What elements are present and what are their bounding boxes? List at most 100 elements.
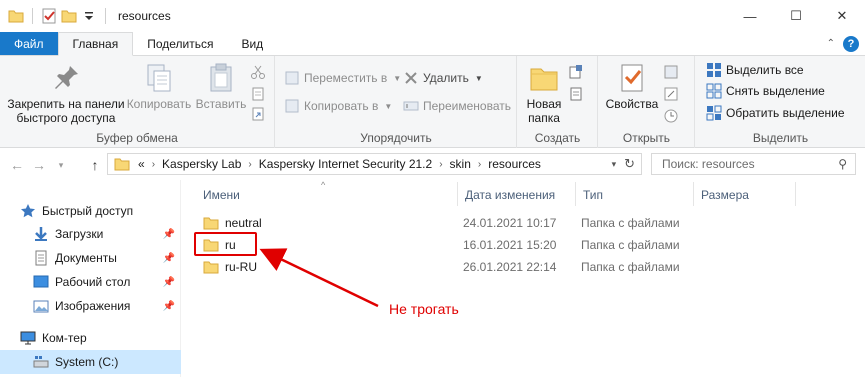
forward-arrow-icon[interactable]: →	[30, 156, 48, 174]
pin-icon[interactable]: 📌	[163, 253, 175, 264]
easy-access-icon[interactable]	[568, 86, 584, 102]
move-to-button[interactable]: Переместить в ▼	[284, 68, 401, 88]
desktop-icon	[33, 274, 49, 290]
tab-home[interactable]: Главная	[57, 32, 134, 56]
properties-checklist-icon[interactable]	[41, 8, 57, 24]
chevron-right-icon[interactable]: ›	[439, 159, 442, 170]
nav-item-computer[interactable]: Ком-тер	[0, 326, 181, 350]
minimize-button[interactable]: —	[727, 0, 773, 32]
tab-share[interactable]: Поделиться	[133, 32, 227, 55]
copy-to-button[interactable]: Копировать в ▼	[284, 96, 392, 116]
copy-label: Копировать	[126, 97, 192, 111]
column-header-date[interactable]: Дата изменения	[457, 186, 575, 204]
paste-shortcut-icon[interactable]	[250, 106, 266, 122]
table-row[interactable]: neutral 24.01.2021 10:17 Папка с файлами	[195, 212, 695, 234]
maximize-button[interactable]: ☐	[773, 0, 819, 32]
column-header-size[interactable]: Размера	[693, 186, 793, 204]
customize-qat-icon[interactable]	[81, 8, 97, 24]
select-none-button[interactable]: Снять выделение	[706, 81, 825, 101]
caret-down-icon: ▼	[384, 101, 393, 111]
address-bar[interactable]: « › Kaspersky Lab › Kaspersky Internet S…	[107, 153, 642, 175]
history-icon[interactable]	[663, 108, 679, 124]
pin-icon[interactable]: 📌	[163, 277, 175, 288]
new-item-icon[interactable]	[568, 64, 584, 80]
cut-icon[interactable]	[250, 64, 266, 80]
table-row[interactable]: ru-RU 26.01.2021 22:14 Папка с файлами	[195, 256, 695, 278]
nav-item-pictures[interactable]: Изображения 📌	[0, 294, 181, 318]
breadcrumb-item[interactable]: resources	[488, 157, 541, 171]
breadcrumb-item[interactable]: Kaspersky Lab	[162, 157, 241, 171]
open-icon[interactable]	[663, 64, 679, 80]
nav-item-quick-access[interactable]: Быстрый доступ	[0, 199, 181, 223]
chevron-right-icon[interactable]: ›	[248, 159, 251, 170]
pin-icon	[50, 62, 82, 94]
select-all-button[interactable]: Выделить все	[706, 60, 804, 80]
open-group-label: Открыть	[622, 131, 671, 145]
breadcrumb-overflow[interactable]: «	[138, 157, 145, 171]
chevron-up-icon[interactable]: ⌃	[827, 38, 835, 49]
chevron-right-icon[interactable]: ›	[152, 159, 155, 170]
document-icon	[33, 250, 49, 266]
pin-to-quick-access-button[interactable]: Закрепить на панели быстрого доступа	[6, 62, 126, 125]
breadcrumb-item[interactable]: Kaspersky Internet Security 21.2	[259, 157, 432, 171]
drive-icon	[33, 354, 49, 370]
rename-icon	[403, 98, 419, 114]
nav-item-downloads[interactable]: Загрузки 📌	[0, 222, 181, 246]
file-type: Папка с файлами	[581, 216, 680, 230]
nav-item-label: Ком-тер	[42, 331, 87, 345]
breadcrumb-item[interactable]: skin	[450, 157, 471, 171]
ribbon: Закрепить на панели быстрого доступа Коп…	[0, 56, 865, 148]
delete-button[interactable]: Удалить ▼	[403, 68, 483, 88]
qat-separator	[32, 8, 33, 24]
new-folder-icon	[528, 62, 560, 94]
caret-down-icon: ▼	[393, 73, 402, 83]
rename-button[interactable]: Переименовать	[403, 96, 511, 116]
search-icon: ⚲	[838, 157, 847, 171]
refresh-icon[interactable]: ↻	[624, 156, 635, 172]
edit-icon[interactable]	[663, 86, 679, 102]
properties-button[interactable]: Свойства	[605, 62, 659, 111]
up-arrow-icon[interactable]: ↑	[86, 156, 104, 174]
column-headers: Имени Дата изменения Тип Размера	[181, 180, 865, 208]
close-button[interactable]: ✕	[819, 0, 865, 32]
select-none-icon	[706, 83, 722, 99]
invert-selection-button[interactable]: Обратить выделение	[706, 103, 845, 123]
tab-file[interactable]: Файл	[0, 32, 58, 55]
organize-group: Переместить в ▼ Копировать в ▼ Удалить ▼…	[276, 56, 517, 148]
copy-path-icon[interactable]	[250, 86, 266, 102]
qat-separator	[105, 8, 106, 24]
copy-button[interactable]: Копировать	[126, 62, 192, 111]
clipboard-icon	[205, 62, 237, 94]
paste-button[interactable]: Вставить	[194, 62, 248, 111]
nav-item-desktop[interactable]: Рабочий стол 📌	[0, 270, 181, 294]
folder-icon	[203, 215, 219, 231]
pin-icon[interactable]: 📌	[163, 229, 175, 240]
recent-locations-icon[interactable]: ▾	[52, 156, 70, 174]
download-icon	[33, 226, 49, 242]
open-group: Свойства Открыть	[599, 56, 695, 148]
select-group: Выделить все Снять выделение Обратить вы…	[696, 56, 865, 148]
file-date: 24.01.2021 10:17	[463, 216, 557, 230]
computer-icon	[20, 330, 36, 346]
address-dropdown-icon[interactable]: ▾	[612, 159, 617, 170]
column-header-name[interactable]: Имени	[195, 186, 455, 204]
nav-item-documents[interactable]: Документы 📌	[0, 246, 181, 270]
properties-icon	[616, 62, 648, 94]
chevron-right-icon[interactable]: ›	[478, 159, 481, 170]
annotation-label: Не трогать	[389, 301, 459, 317]
help-icon[interactable]: ?	[843, 35, 859, 52]
copy-icon	[143, 62, 175, 94]
new-folder-icon[interactable]	[61, 8, 77, 24]
column-divider[interactable]	[795, 182, 796, 206]
table-row[interactable]: ru 16.01.2021 15:20 Папка с файлами	[195, 234, 695, 256]
select-all-icon	[706, 62, 722, 78]
file-type: Папка с файлами	[581, 260, 680, 274]
folder-icon	[8, 8, 24, 24]
nav-item-system-drive[interactable]: System (C:)	[0, 350, 181, 374]
back-arrow-icon[interactable]: ←	[8, 156, 26, 174]
pin-icon[interactable]: 📌	[163, 301, 175, 312]
column-header-type[interactable]: Тип	[575, 186, 693, 204]
search-input[interactable]: Поиск: resources ⚲	[651, 153, 856, 175]
tab-view[interactable]: Вид	[227, 32, 277, 55]
new-folder-button[interactable]: Новая папка	[522, 62, 566, 125]
